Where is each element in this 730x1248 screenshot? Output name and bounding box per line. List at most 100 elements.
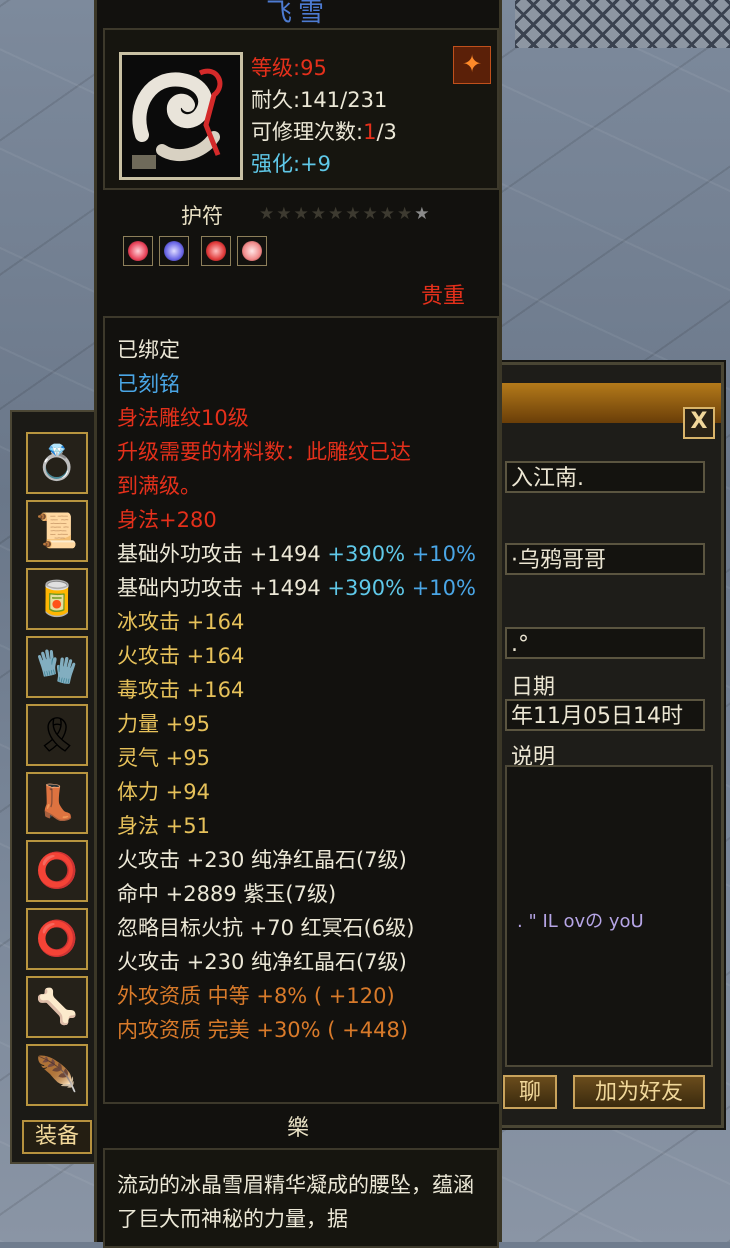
- add-friend-button[interactable]: 加为好友: [573, 1075, 705, 1109]
- attribute-text: 内攻资质 完美 +30% ( +448): [117, 1018, 409, 1042]
- attribute-line: 已刻铭: [117, 368, 180, 398]
- pink-gem-icon: [242, 241, 262, 261]
- attribute-bonus-extra: +10%: [405, 576, 476, 600]
- attribute-line: 身法+280: [117, 504, 217, 534]
- red-gem-icon: [206, 241, 226, 261]
- attribute-list: 已绑定 已刻铭 身法雕纹10级 升级需要的材料数：此雕纹已达 到满级。 身法+280 基础外…: [103, 316, 499, 1104]
- attribute-text: 升级需要的材料数：此雕纹已达: [117, 440, 411, 464]
- attribute-bonus-percent: +390%: [320, 542, 406, 566]
- attribute-text: 灵气 +95: [117, 746, 210, 770]
- attribute-line: 已绑定: [117, 334, 180, 364]
- star-icon: ★: [345, 204, 363, 224]
- gem-socket-2: [159, 236, 189, 266]
- friend-window-titlebar[interactable]: X: [499, 383, 721, 439]
- star-icon: ★: [293, 204, 311, 224]
- description-text: 流动的冰晶雪眉精华凝成的腰坠，蕴涵了巨大而神秘的力量，据: [117, 1173, 474, 1231]
- ring-icon: ⭕: [35, 919, 79, 959]
- scroll-icon: 📜: [35, 511, 79, 551]
- attribute-line: 毒攻击 +164: [117, 674, 244, 704]
- star-icon: ★: [397, 204, 415, 224]
- attribute-text: 忽略目标火抗 +70 红冥石(6级): [117, 916, 415, 940]
- attribute-text: 外攻资质 中等 +8% ( +120): [117, 984, 395, 1008]
- gloves-icon: 🧤: [35, 647, 79, 687]
- boots-icon: 👢: [35, 783, 79, 823]
- enhance-label: 强化:: [251, 152, 301, 176]
- attribute-bonus-percent: +390%: [320, 576, 406, 600]
- red-gem-icon: [128, 241, 148, 261]
- item-header: 等级:95 耐久:141/231 可修理次数:1/3 强化:+9 ✦: [103, 28, 499, 190]
- pendant-icon: 🦴: [35, 987, 79, 1027]
- attribute-text: 火攻击 +230 纯净红晶石(7级): [117, 950, 407, 974]
- attribute-line: 忽略目标火抗 +70 红冥石(6级): [117, 912, 414, 942]
- equip-slot-ring-2[interactable]: ⭕: [26, 908, 88, 970]
- rarity-label: 贵重: [420, 284, 465, 309]
- enhance-value: +9: [300, 152, 332, 176]
- belt-icon: 🎗: [35, 715, 79, 755]
- attribute-line: 力量 +95: [117, 708, 210, 738]
- repair-used: 1: [363, 120, 377, 144]
- attribute-line: 外攻资质 中等 +8% ( +120): [117, 980, 395, 1010]
- attribute-text: 体力 +94: [117, 780, 210, 804]
- description-area: . " IL ovの yoU: [505, 765, 713, 1067]
- attribute-line: 冰攻击 +164: [117, 606, 244, 636]
- equipment-tab[interactable]: 装备: [22, 1120, 92, 1154]
- description-box: 流动的冰晶雪眉精华凝成的腰坠，蕴涵了巨大而神秘的力量，据: [103, 1148, 499, 1248]
- equipment-panel: 💍 📜 🥫 🧤 🎗 👢 ⭕ ⭕ 🦴 🪶: [10, 410, 100, 1164]
- star-icon: ★: [362, 204, 380, 224]
- attribute-line: 火攻击 +230 纯净红晶石(7级): [117, 946, 407, 976]
- level-label: 等级:: [251, 56, 301, 80]
- friend-info-window: X 入江南. ·乌鸦哥哥 .° 日期 年11月05日14时 说明 . " IL …: [496, 362, 724, 1128]
- equip-slot-belt[interactable]: 🎗: [26, 704, 88, 766]
- attribute-line: 内攻资质 完美 +30% ( +448): [117, 1014, 408, 1044]
- attribute-line: 身法 +51: [117, 810, 210, 840]
- attribute-line: 身法雕纹10级: [117, 402, 249, 432]
- signature-text: . " IL ovの yoU: [517, 911, 644, 932]
- equip-slot-ring[interactable]: 💍: [26, 432, 88, 494]
- attribute-line: 到满级。: [117, 470, 201, 500]
- attribute-text: 冰攻击 +164: [117, 610, 245, 634]
- bracer-icon: 🥫: [35, 579, 79, 619]
- star-rating: ★★★★★★★★★★: [259, 204, 432, 224]
- chat-button[interactable]: 聊: [503, 1075, 557, 1109]
- item-icon: [119, 52, 243, 180]
- attribute-text: 身法 +51: [117, 814, 210, 838]
- item-type: 护符: [181, 204, 223, 228]
- attribute-text: 毒攻击 +164: [117, 678, 245, 702]
- amulet-icon: [132, 68, 223, 169]
- friend-field-name: ·乌鸦哥哥: [505, 543, 705, 575]
- background-fence: [515, 0, 730, 48]
- attribute-text: 身法+280: [117, 508, 217, 532]
- star-icon: ★: [310, 204, 328, 224]
- friend-field-1: 入江南.: [505, 461, 705, 493]
- attribute-bonus-extra: +10%: [405, 542, 476, 566]
- equip-slot-pendant[interactable]: 🦴: [26, 976, 88, 1038]
- attribute-line: 升级需要的材料数：此雕纹已达: [117, 436, 411, 466]
- star-icon: ★: [414, 204, 432, 224]
- attribute-line: 火攻击 +230 纯净红晶石(7级): [117, 844, 407, 874]
- date-label: 日期: [511, 675, 556, 700]
- equip-slot-scroll[interactable]: 📜: [26, 500, 88, 562]
- attribute-text: 到满级。: [117, 474, 201, 498]
- ring-icon: ⭕: [35, 851, 79, 891]
- friend-field-3: .°: [505, 627, 705, 659]
- equip-slot-amulet[interactable]: 🪶: [26, 1044, 88, 1106]
- gem-socket-4: [237, 236, 267, 266]
- date-field: 年11月05日14时: [505, 699, 705, 731]
- attribute-text: 已刻铭: [117, 372, 180, 396]
- attribute-text: 力量 +95: [117, 712, 210, 736]
- ring-icon: 💍: [35, 443, 79, 483]
- equip-slot-ring-1[interactable]: ⭕: [26, 840, 88, 902]
- attribute-text: 身法雕纹10级: [117, 406, 249, 430]
- attribute-text: 已绑定: [117, 338, 180, 362]
- repair-total: /3: [376, 120, 397, 144]
- item-tooltip: 飞雪 等级:95 耐久:141/231 可修理次数:1/3 强化:+9 ✦ 护符…: [94, 0, 502, 1248]
- description-title: 樂: [286, 1116, 309, 1141]
- flame-emblem-icon: ✦: [453, 46, 491, 84]
- star-icon: ★: [328, 204, 346, 224]
- item-name: 飞雪: [265, 0, 330, 28]
- equip-slot-gloves[interactable]: 🧤: [26, 636, 88, 698]
- star-icon: ★: [379, 204, 397, 224]
- equip-slot-bracer[interactable]: 🥫: [26, 568, 88, 630]
- equip-slot-boots[interactable]: 👢: [26, 772, 88, 834]
- close-button[interactable]: X: [683, 407, 715, 439]
